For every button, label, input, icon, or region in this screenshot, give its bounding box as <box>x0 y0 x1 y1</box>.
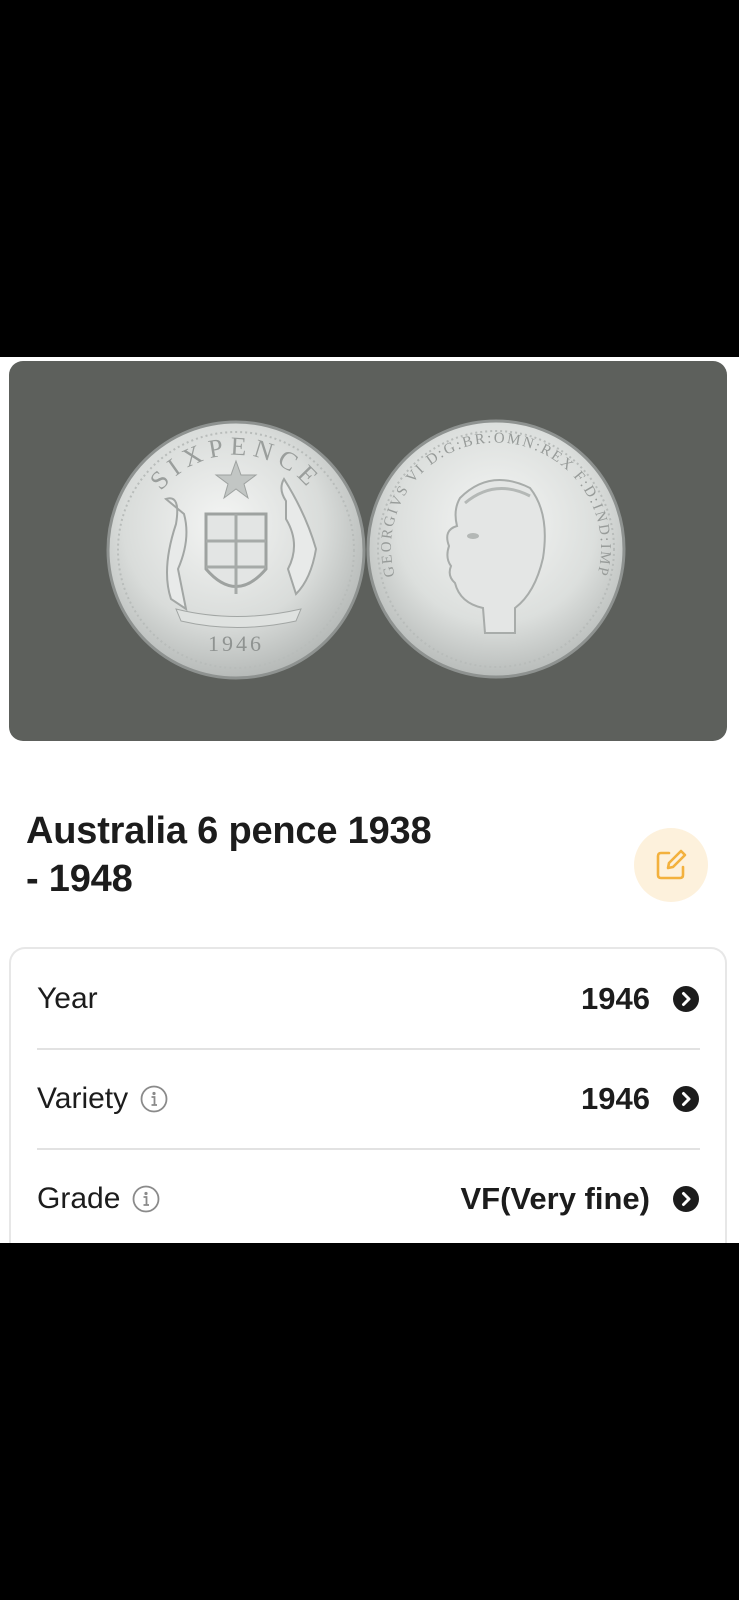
chevron-right-icon <box>673 985 699 1012</box>
detail-row-grade[interactable]: Grade VF(Very fine) <box>37 1149 700 1248</box>
detail-row-variety[interactable]: Variety 1946 <box>37 1049 700 1148</box>
details-card: Year 1946 Variety 1946 Grade VF(Very fin… <box>9 947 727 1257</box>
detail-label: Variety <box>37 1081 129 1115</box>
coin-title-line-2: - 1948 <box>26 858 133 900</box>
detail-value: 1946 <box>581 1080 650 1116</box>
bottom-letterbox <box>0 1243 739 1600</box>
edit-icon <box>656 849 687 880</box>
detail-value: 1946 <box>581 980 650 1016</box>
coin-title: Australia 6 pence 1938 - 1948 <box>26 807 496 903</box>
edit-button[interactable] <box>634 828 708 902</box>
top-letterbox <box>0 0 739 357</box>
coin-obverse-image: GEORGIVS VI D:G:BR:OMN:REX F:D:IND:IMP <box>366 419 626 679</box>
info-icon[interactable] <box>140 1085 168 1113</box>
chevron-right-icon <box>673 1085 699 1112</box>
coin-detail-sheet: SIXPENCE 1946 GEORGIVS VI D:G:BR:OMN:REX… <box>0 357 739 1257</box>
detail-value: VF(Very fine) <box>460 1180 651 1216</box>
info-icon[interactable] <box>132 1185 160 1213</box>
reverse-year: 1946 <box>208 631 264 656</box>
coin-reverse-image: SIXPENCE 1946 <box>106 420 366 680</box>
detail-label: Year <box>37 981 98 1015</box>
detail-row-year[interactable]: Year 1946 <box>37 949 700 1048</box>
detail-label: Grade <box>37 1181 121 1215</box>
coin-title-line-1: Australia 6 pence 1938 <box>26 810 432 852</box>
chevron-right-icon <box>673 1185 699 1212</box>
coin-photo[interactable]: SIXPENCE 1946 GEORGIVS VI D:G:BR:OMN:REX… <box>9 361 727 741</box>
